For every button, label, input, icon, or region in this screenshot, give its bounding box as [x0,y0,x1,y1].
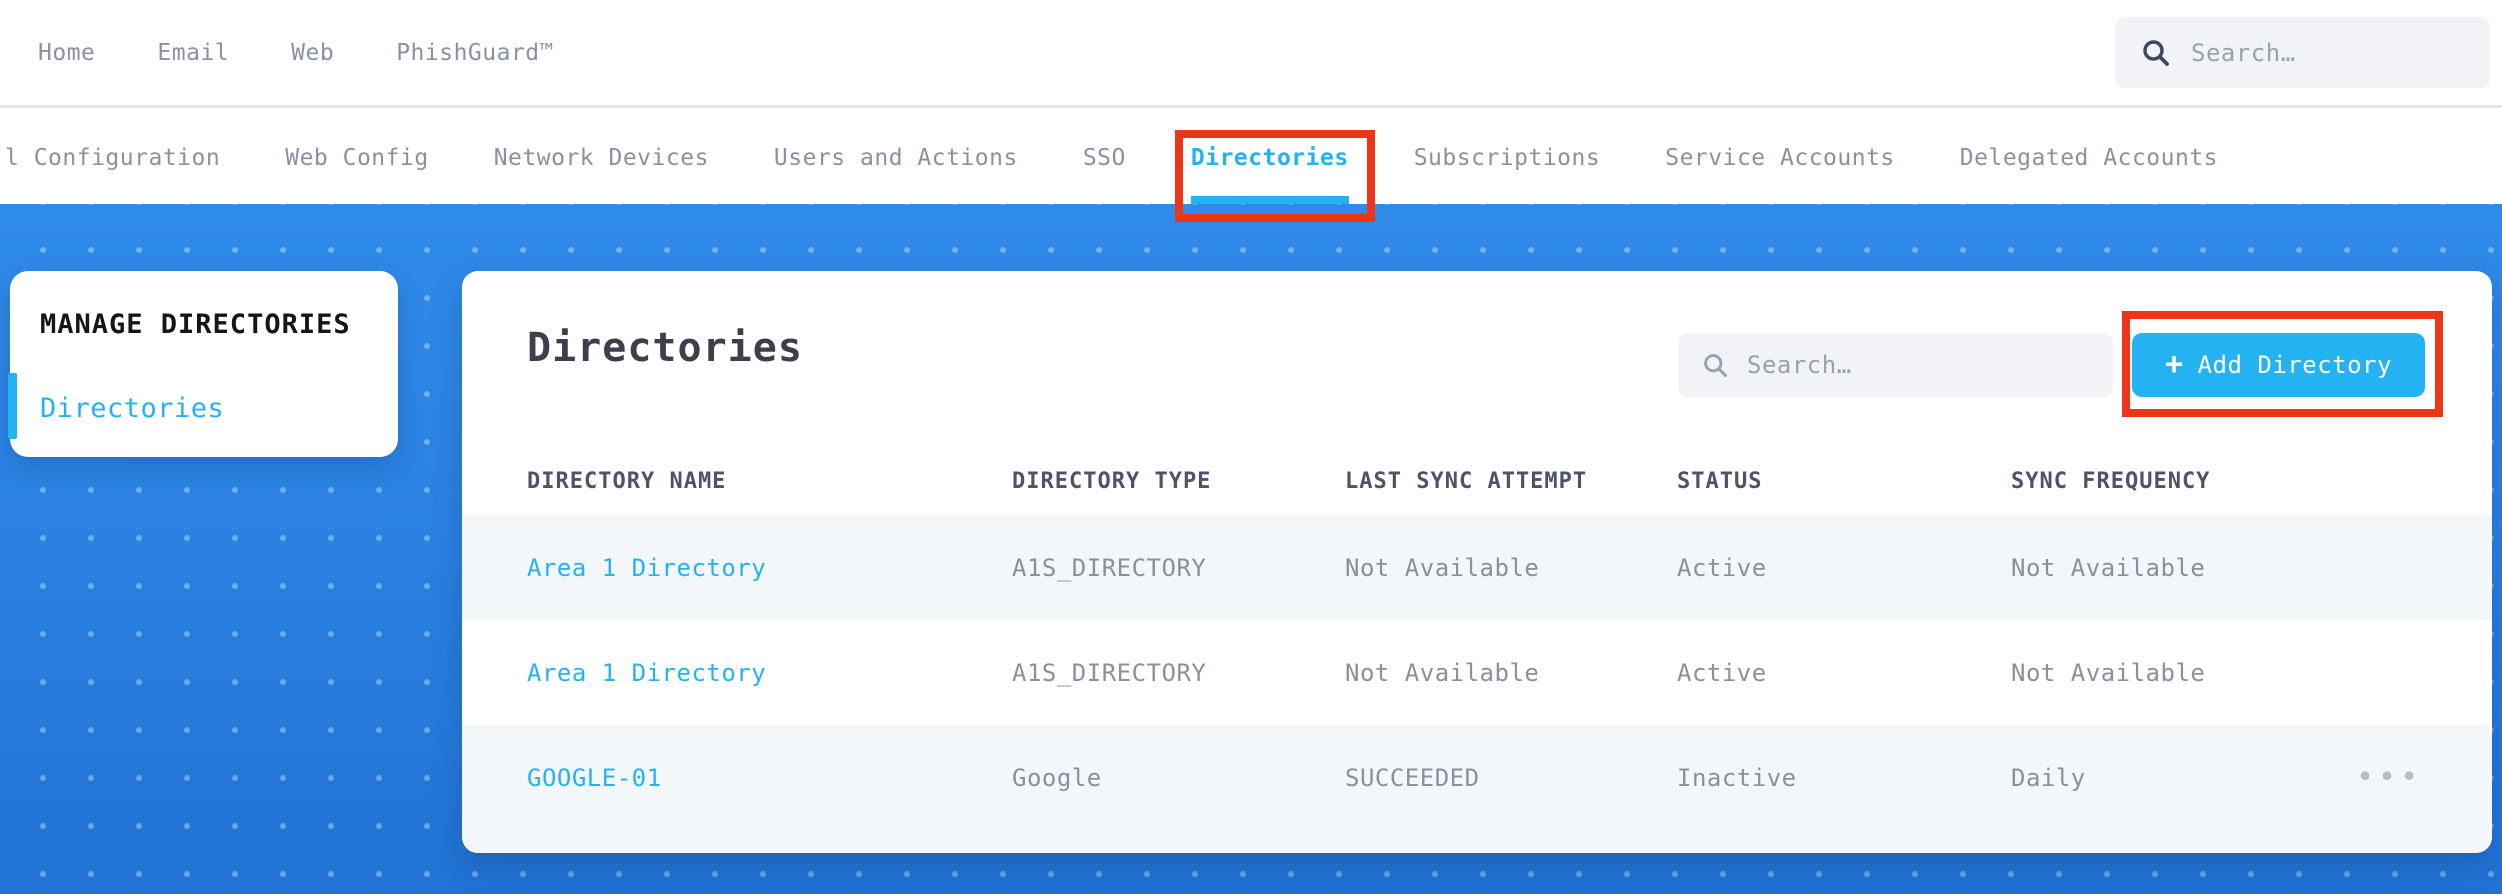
tab-subscriptions[interactable]: Subscriptions [1414,111,1601,204]
tab-web-config[interactable]: Web Config [285,111,428,204]
app-screen: Home Email Web PhishGuard™ l Configuration W… [0,0,2502,894]
search-icon [1704,353,1727,377]
directory-link[interactable]: GOOGLE-01 [527,764,1012,792]
tab-delegated-accounts[interactable]: Delegated Accounts [1960,111,2218,204]
search-icon [2143,39,2169,66]
cell-last-sync-attempt: Not Available [1345,658,1540,687]
nav-home[interactable]: Home [38,40,95,66]
secondary-nav: l Configuration Web Config Network Devices… [0,111,2502,222]
cell-sync-frequency: Not Available [2011,658,2206,687]
cell-status: Active [1677,658,1767,687]
page-title: Directories [527,325,803,371]
tab-label: Directories [1190,144,1349,171]
directory-link[interactable]: Area 1 Directory [527,554,1012,582]
tab-directories[interactable]: Directories [1174,111,1375,222]
tab-label: l Configuration [5,144,221,171]
cell-sync-frequency: Not Available [2011,553,2206,582]
column-header-status: STATUS [1677,469,1763,494]
tab-network-devices[interactable]: Network Devices [494,111,709,204]
directories-table: DIRECTORY NAME DIRECTORY TYPE LAST SYNC AT… [462,448,2492,853]
table-row: GOOGLE-01 Google SUCCEEDED Inactive Daily ••• [462,725,2492,853]
plus-icon: + [2165,347,2184,382]
sidebar-item-directories[interactable]: Directories [8,373,398,439]
nav-email[interactable]: Email [157,40,229,66]
card-title: MANAGE DIRECTORIES [40,309,351,340]
tab-label: Web Config [285,144,429,171]
column-header-directory-name: DIRECTORY NAME [527,469,727,494]
nav-phishguard[interactable]: PhishGuard™ [396,40,554,66]
tab-label: Users and Actions [773,144,1018,171]
cell-status: Inactive [1677,763,1797,792]
nav-web[interactable]: Web [291,40,334,66]
sidebar-item-label: Directories [40,392,225,424]
global-search[interactable] [2115,17,2490,88]
column-header-directory-type: DIRECTORY TYPE [1012,469,1212,494]
table-row: Area 1 Directory A1S_DIRECTORY Not Availab… [462,515,2492,620]
tab-users-and-actions[interactable]: Users and Actions [774,111,1018,204]
tab-label: SSO [1082,144,1126,171]
cell-directory-type: A1S_DIRECTORY [1012,658,1207,687]
tab-sso[interactable]: SSO [1083,111,1126,204]
active-item-indicator [8,373,17,439]
tab-service-accounts[interactable]: Service Accounts [1665,111,1895,204]
tab-label: Subscriptions [1413,144,1601,171]
table-body: Area 1 Directory A1S_DIRECTORY Not Availab… [462,515,2492,853]
cell-directory-type: A1S_DIRECTORY [1012,553,1207,582]
table-row: Area 1 Directory A1S_DIRECTORY Not Availab… [462,620,2492,725]
cell-last-sync-attempt: Not Available [1345,553,1540,582]
primary-nav-links: Home Email Web PhishGuard™ [38,0,554,105]
add-directory-label: Add Directory [2197,351,2392,379]
directories-search[interactable] [1678,333,2113,397]
row-actions-cell [2356,515,2492,620]
ellipsis-icon[interactable]: ••• [2356,762,2422,793]
directory-link[interactable]: Area 1 Directory [527,659,1012,687]
column-header-sync-frequency: SYNC FREQUENCY [2011,469,2211,494]
add-directory-button[interactable]: + Add Directory [2122,311,2443,417]
manage-directories-card: MANAGE DIRECTORIES Directories [8,271,398,457]
row-actions-cell [2356,620,2492,725]
tab-label: Delegated Accounts [1959,144,2219,171]
primary-nav: Home Email Web PhishGuard™ [0,0,2502,108]
tab-l-configuration[interactable]: l Configuration [5,111,220,204]
global-search-input[interactable] [2189,37,2403,68]
table-header-row: DIRECTORY NAME DIRECTORY TYPE LAST SYNC AT… [462,448,2492,515]
tab-label: Service Accounts [1665,144,1895,171]
column-header-last-sync-attempt: LAST SYNC ATTEMPT [1345,469,1588,494]
row-actions-cell: ••• [2356,725,2492,830]
cell-last-sync-attempt: SUCCEEDED [1345,763,1480,792]
active-tab-underline [1190,196,1349,204]
cell-status: Active [1677,553,1767,582]
tab-label: Network Devices [493,144,709,171]
directories-search-input[interactable] [1745,350,1996,380]
directories-panel: Directories + Add Directory DIRECTORY NA… [462,271,2492,853]
cell-directory-type: Google [1012,763,1102,792]
cell-sync-frequency: Daily [2011,763,2086,792]
